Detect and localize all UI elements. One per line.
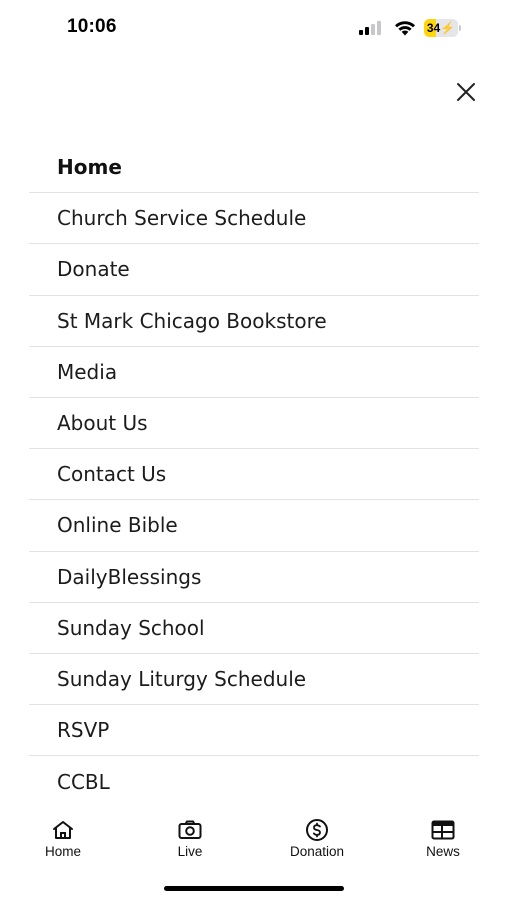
tab-label-live: Live bbox=[177, 844, 203, 859]
menu-item-label: Media bbox=[57, 359, 118, 384]
menu-item-dailyblessings[interactable]: DailyBlessings bbox=[29, 552, 479, 603]
menu-item-label: CCBL bbox=[57, 769, 110, 794]
close-icon bbox=[457, 83, 475, 101]
menu-item-label: Home bbox=[57, 155, 122, 180]
menu-item-rsvp[interactable]: RSVP bbox=[29, 705, 479, 757]
menu-item-online-bible[interactable]: Online Bible bbox=[29, 500, 479, 552]
menu-item-sunday-school[interactable]: Sunday School bbox=[29, 603, 479, 654]
menu-item-about-us[interactable]: About Us bbox=[29, 398, 479, 450]
status-time: 10:06 bbox=[67, 16, 117, 37]
status-bar: 10:06 34⚡ bbox=[0, 0, 507, 56]
menu-item-label: DailyBlessings bbox=[57, 564, 202, 589]
menu-item-label: Sunday School bbox=[57, 615, 205, 640]
tab-bar: Home Live Donation News bbox=[0, 810, 507, 870]
home-icon bbox=[53, 821, 73, 839]
tab-label-news: News bbox=[426, 844, 460, 859]
signal-icon bbox=[359, 21, 385, 35]
wifi-icon bbox=[395, 21, 415, 36]
tab-news[interactable]: News bbox=[393, 818, 493, 870]
battery-charging-icon: 34⚡ bbox=[424, 19, 462, 37]
menu-item-sunday-liturgy-schedule[interactable]: Sunday Liturgy Schedule bbox=[29, 654, 479, 706]
menu-item-label: RSVP bbox=[57, 718, 110, 743]
tab-label-home: Home bbox=[44, 844, 81, 859]
menu-item-st-mark-chicago-bookstore[interactable]: St Mark Chicago Bookstore bbox=[29, 296, 479, 347]
dollar-circle-icon bbox=[306, 819, 328, 841]
menu-item-church-service-schedule[interactable]: Church Service Schedule bbox=[29, 193, 479, 245]
menu-item-label: About Us bbox=[57, 411, 148, 436]
menu-item-donate[interactable]: Donate bbox=[29, 244, 479, 296]
navigation-menu: Home Church Service Schedule Donate St Mark… bbox=[29, 142, 479, 807]
menu-item-label: St Mark Chicago Bookstore bbox=[57, 308, 327, 333]
camera-icon bbox=[178, 820, 202, 839]
menu-item-label: Sunday Liturgy Schedule bbox=[57, 666, 307, 691]
menu-item-contact-us[interactable]: Contact Us bbox=[29, 449, 479, 501]
tab-label-donation: Donation bbox=[289, 844, 345, 859]
menu-item-media[interactable]: Media bbox=[29, 347, 479, 398]
close-button[interactable] bbox=[450, 76, 482, 108]
tab-home[interactable]: Home bbox=[13, 818, 113, 870]
menu-item-label: Online Bible bbox=[57, 513, 178, 538]
home-indicator bbox=[164, 886, 344, 891]
newspaper-icon bbox=[431, 820, 455, 840]
menu-item-ccbl[interactable]: CCBL bbox=[29, 756, 479, 807]
menu-item-label: Church Service Schedule bbox=[57, 206, 307, 231]
tab-live[interactable]: Live bbox=[140, 818, 240, 870]
tab-donation[interactable]: Donation bbox=[267, 818, 367, 870]
bolt-icon: ⚡ bbox=[440, 21, 456, 35]
menu-item-label: Contact Us bbox=[57, 462, 167, 487]
battery-level: 34 bbox=[426, 21, 441, 35]
menu-item-label: Donate bbox=[57, 257, 130, 282]
menu-item-home[interactable]: Home bbox=[29, 142, 479, 194]
